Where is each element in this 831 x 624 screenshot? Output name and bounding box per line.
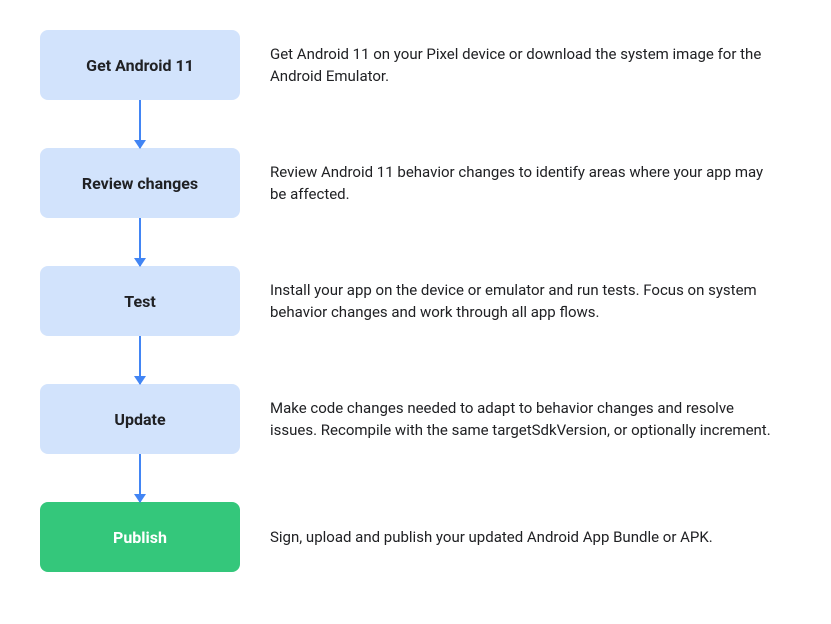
step-row-0: Get Android 11 Get Android 11 on your Pi… (40, 30, 791, 100)
step-row-1: Review changes Review Android 11 behavio… (40, 148, 791, 218)
step-description: Get Android 11 on your Pixel device or d… (270, 43, 791, 88)
step-row-4: Publish Sign, upload and publish your up… (40, 502, 791, 572)
step-box-publish: Publish (40, 502, 240, 572)
step-box-get-android: Get Android 11 (40, 30, 240, 100)
step-box-update: Update (40, 384, 240, 454)
step-description: Install your app on the device or emulat… (270, 279, 791, 324)
arrow-down-icon (40, 218, 240, 266)
step-label: Update (114, 410, 165, 429)
step-description: Sign, upload and publish your updated An… (270, 526, 791, 549)
step-label: Review changes (82, 174, 198, 193)
step-row-3: Update Make code changes needed to adapt… (40, 384, 791, 454)
flowchart: Get Android 11 Get Android 11 on your Pi… (40, 30, 791, 572)
arrow-down-icon (40, 100, 240, 148)
step-box-review-changes: Review changes (40, 148, 240, 218)
step-row-2: Test Install your app on the device or e… (40, 266, 791, 336)
arrow-down-icon (40, 454, 240, 502)
step-label: Get Android 11 (86, 56, 194, 75)
step-label: Publish (113, 528, 167, 547)
step-description: Review Android 11 behavior changes to id… (270, 161, 791, 206)
step-box-test: Test (40, 266, 240, 336)
step-label: Test (124, 292, 155, 311)
step-description: Make code changes needed to adapt to beh… (270, 397, 791, 442)
arrow-down-icon (40, 336, 240, 384)
